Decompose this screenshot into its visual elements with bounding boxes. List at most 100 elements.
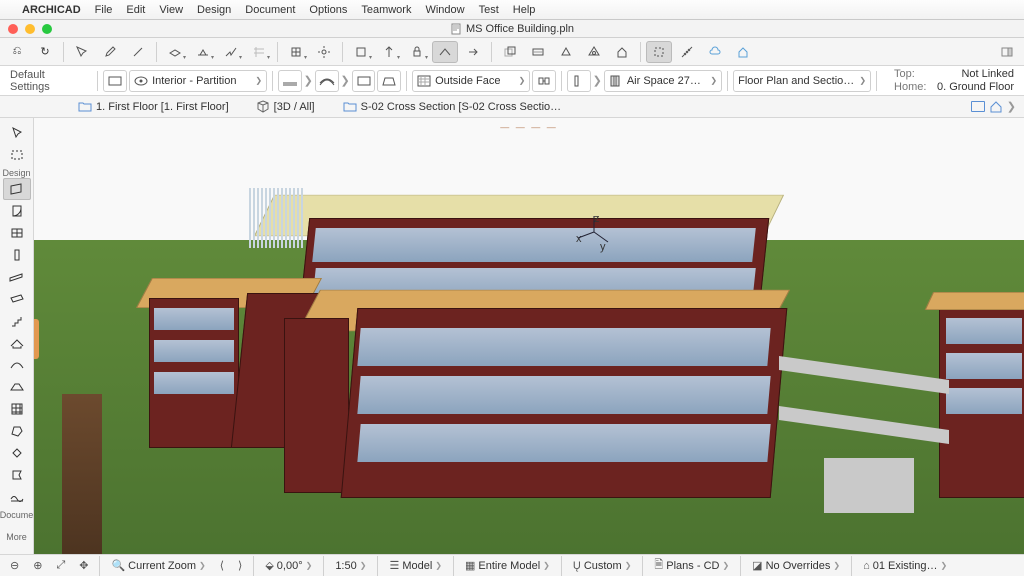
geometry-curved[interactable]: [315, 70, 339, 92]
pan[interactable]: ✥: [75, 559, 92, 572]
zoom-button[interactable]: [42, 24, 52, 34]
mesh-tool[interactable]: [3, 486, 31, 508]
geometry-chain[interactable]: [352, 70, 376, 92]
column-tool[interactable]: [3, 244, 31, 266]
geometry-trapezoid[interactable]: [377, 70, 401, 92]
window-tool[interactable]: [3, 222, 31, 244]
tab-3d[interactable]: [3D / All]: [257, 100, 315, 113]
flip-button[interactable]: [532, 70, 556, 92]
beam-tool[interactable]: [3, 266, 31, 288]
shell-tool[interactable]: [3, 354, 31, 376]
grid-button[interactable]: ▾: [283, 41, 309, 63]
menu-help[interactable]: Help: [513, 4, 536, 16]
measure-button[interactable]: [674, 41, 700, 63]
home-icon[interactable]: [989, 100, 1003, 113]
composite-dropdown[interactable]: Air Space 272… ❯: [604, 70, 722, 92]
menu-test[interactable]: Test: [479, 4, 499, 16]
wall-tool[interactable]: [3, 178, 31, 200]
prev-view[interactable]: ⟨: [216, 559, 228, 572]
pick-button[interactable]: [69, 41, 95, 63]
syringe-button[interactable]: [125, 41, 151, 63]
tab-floorplan[interactable]: 1. First Floor [1. First Floor]: [78, 101, 229, 113]
menu-teamwork[interactable]: Teamwork: [361, 4, 411, 16]
zoom-out[interactable]: ⊖: [6, 559, 23, 572]
skylight-tool[interactable]: [3, 376, 31, 398]
orientation[interactable]: ⬙ 0,00° ❯: [261, 559, 316, 572]
home-view-button[interactable]: [609, 41, 635, 63]
more-section-label[interactable]: More: [6, 532, 27, 542]
redo-button[interactable]: ↻: [32, 41, 58, 63]
layout-icon[interactable]: [971, 101, 985, 112]
menu-design[interactable]: Design: [197, 4, 231, 16]
eyedropper-button[interactable]: [97, 41, 123, 63]
home-value[interactable]: 0. Ground Floor: [934, 81, 1014, 93]
marquee-button[interactable]: [646, 41, 672, 63]
undo-button[interactable]: ⎌: [4, 41, 30, 63]
teamwork-button[interactable]: [730, 41, 756, 63]
door-tool[interactable]: [3, 200, 31, 222]
plane-select[interactable]: ▾: [162, 41, 188, 63]
overrides[interactable]: ◪ No Overrides ❯: [748, 559, 844, 572]
slab-tool[interactable]: [3, 288, 31, 310]
profile-basic[interactable]: [567, 70, 591, 92]
app-name[interactable]: ARCHICAD: [22, 4, 81, 16]
roof-tool[interactable]: [3, 332, 31, 354]
elevation-select[interactable]: ▾: [190, 41, 216, 63]
zoom-dropdown[interactable]: 🔍 Current Zoom ❯: [107, 559, 209, 572]
menu-view[interactable]: View: [159, 4, 183, 16]
guides-button[interactable]: ▾: [246, 41, 272, 63]
fit-window[interactable]: ⤢: [52, 559, 69, 572]
chevron-icon[interactable]: ❯: [1007, 100, 1016, 113]
cursor-snap[interactable]: ▾: [218, 41, 244, 63]
reference-line-dropdown[interactable]: Outside Face ❯: [412, 70, 530, 92]
menu-window[interactable]: Window: [425, 4, 464, 16]
suspend-button[interactable]: ▾: [348, 41, 374, 63]
menu-document[interactable]: Document: [245, 4, 295, 16]
pens[interactable]: Ų Custom ❯: [569, 560, 636, 572]
design-section-label[interactable]: Design: [2, 168, 30, 178]
snap-button[interactable]: [311, 41, 337, 63]
perspective-button[interactable]: [553, 41, 579, 63]
partition-dropdown[interactable]: Interior - Partition ❯: [129, 70, 267, 92]
zone-tool[interactable]: [3, 464, 31, 486]
menu-options[interactable]: Options: [309, 4, 347, 16]
scale[interactable]: 1:50 ❯: [331, 560, 370, 572]
next-view[interactable]: ⟩: [234, 559, 246, 572]
cutplane-button[interactable]: [525, 41, 551, 63]
palette-handle[interactable]: [34, 319, 39, 359]
geometry-straight[interactable]: [278, 70, 302, 92]
plinth: [824, 458, 914, 513]
wall-end-button[interactable]: [460, 41, 486, 63]
tab-section[interactable]: S-02 Cross Section [S-02 Cross Sectio…: [343, 101, 562, 113]
top-value[interactable]: Not Linked: [934, 68, 1014, 80]
renovation[interactable]: ⌂ 01 Existing… ❯: [859, 560, 951, 572]
minimize-button[interactable]: [25, 24, 35, 34]
camera-button[interactable]: [581, 41, 607, 63]
stair-tool[interactable]: [3, 310, 31, 332]
arrow-tool[interactable]: [3, 122, 31, 144]
menu-file[interactable]: File: [95, 4, 113, 16]
zoom-in[interactable]: ⊕: [29, 559, 46, 572]
menu-edit[interactable]: Edit: [126, 4, 145, 16]
geometry-method-button[interactable]: [432, 41, 458, 63]
default-settings-label[interactable]: Default Settings: [4, 69, 92, 93]
3d-viewport[interactable]: — — — — z x y: [34, 118, 1024, 554]
layers-combo[interactable]: ☰ Model ❯: [385, 559, 446, 572]
cube-icon: [257, 100, 270, 113]
object-tool[interactable]: [3, 442, 31, 464]
main-toolbar: ⎌ ↻ ▾ ▾ ▾ ▾ ▾ ▾ ▾ ▾: [0, 38, 1024, 66]
lock-button[interactable]: ▾: [404, 41, 430, 63]
morph-tool[interactable]: [3, 420, 31, 442]
cloud-button[interactable]: [702, 41, 728, 63]
close-button[interactable]: [8, 24, 18, 34]
view-map[interactable]: 🗎 Plans - CD ❯: [650, 556, 733, 575]
curtainwall-tool[interactable]: [3, 398, 31, 420]
display-filter[interactable]: ▦ Entire Model ❯: [461, 559, 554, 572]
marquee-tool[interactable]: [3, 144, 31, 166]
document-section-label[interactable]: Docume: [0, 510, 33, 520]
floorplan-dropdown[interactable]: Floor Plan and Section… ❯: [733, 70, 871, 92]
trace-button[interactable]: [497, 41, 523, 63]
goto-button[interactable]: ▾: [376, 41, 402, 63]
panel-toggle-button[interactable]: [994, 41, 1020, 63]
wall-rect-method[interactable]: [103, 70, 127, 92]
